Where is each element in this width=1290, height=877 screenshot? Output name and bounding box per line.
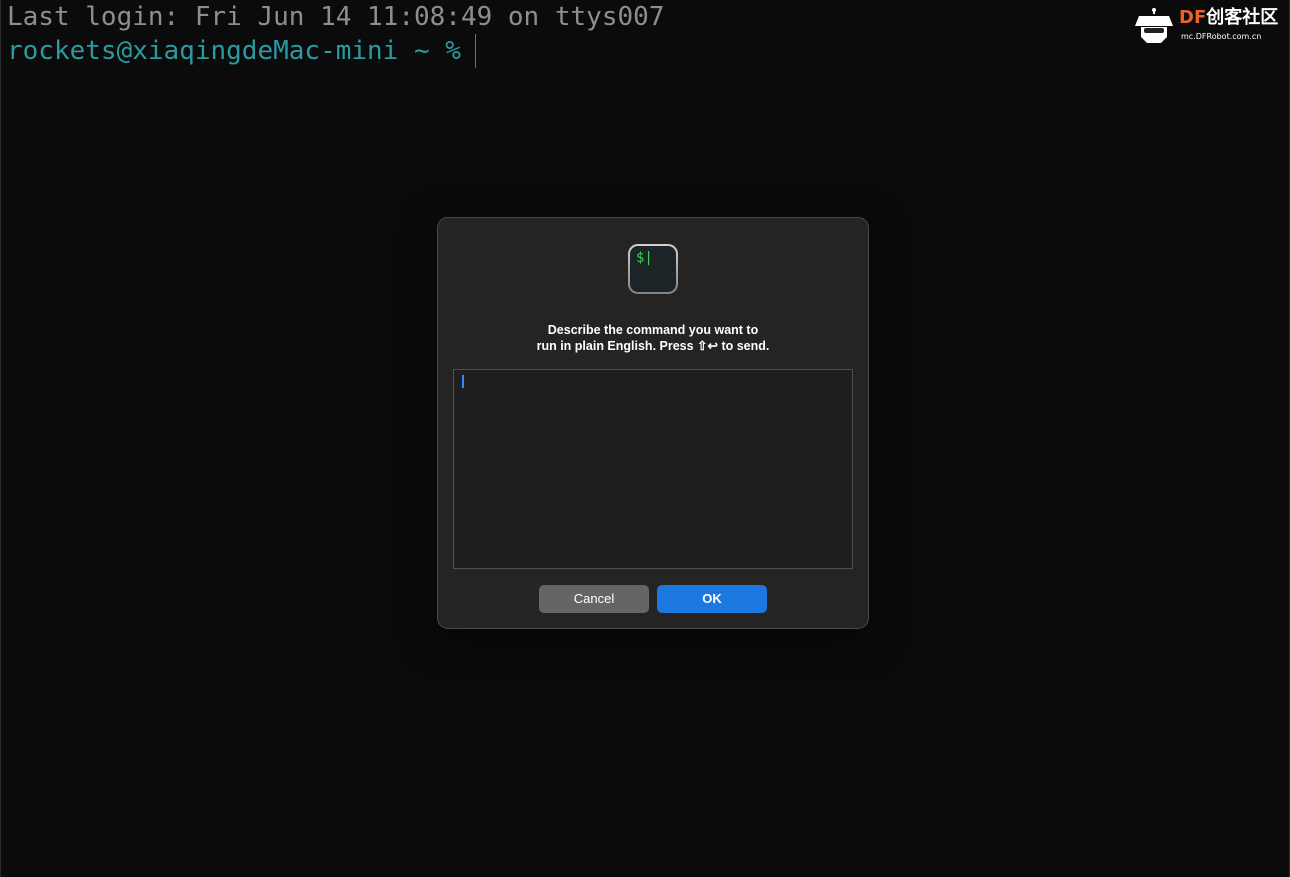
dfrobot-watermark: DF创客社区 mc.DFRobot.com.cn — [1135, 6, 1278, 46]
last-login-line: Last login: Fri Jun 14 11:08:49 on ttys0… — [7, 2, 665, 32]
cancel-button[interactable]: Cancel — [539, 585, 649, 613]
ai-command-dialog: $| Describe the command you want to run … — [437, 217, 869, 629]
text-caret — [462, 375, 464, 388]
terminal-cursor — [474, 34, 476, 68]
terminal-icon: $| — [628, 244, 678, 294]
dialog-message-line-2: run in plain English. Press ⇧↩ to send. — [536, 339, 770, 353]
watermark-url: mc.DFRobot.com.cn — [1181, 32, 1262, 41]
ok-button[interactable]: OK — [657, 585, 767, 613]
dialog-message-line-1: Describe the command you want to — [547, 323, 759, 337]
dialog-message: Describe the command you want to run in … — [458, 322, 848, 354]
shell-prompt: rockets@xiaqingdeMac-mini ~ % — [7, 36, 461, 66]
terminal-icon-face: $| — [630, 246, 676, 292]
robot-logo-icon — [1135, 8, 1173, 43]
watermark-brand-cn: 创客社区 — [1206, 7, 1279, 28]
terminal-icon-glyph: $| — [636, 250, 653, 266]
watermark-brand: DF — [1179, 7, 1207, 28]
shell-prompt-line[interactable]: rockets@xiaqingdeMac-mini ~ % — [7, 34, 476, 68]
watermark-title: DF创客社区 — [1179, 6, 1278, 30]
command-description-input[interactable] — [453, 369, 853, 569]
